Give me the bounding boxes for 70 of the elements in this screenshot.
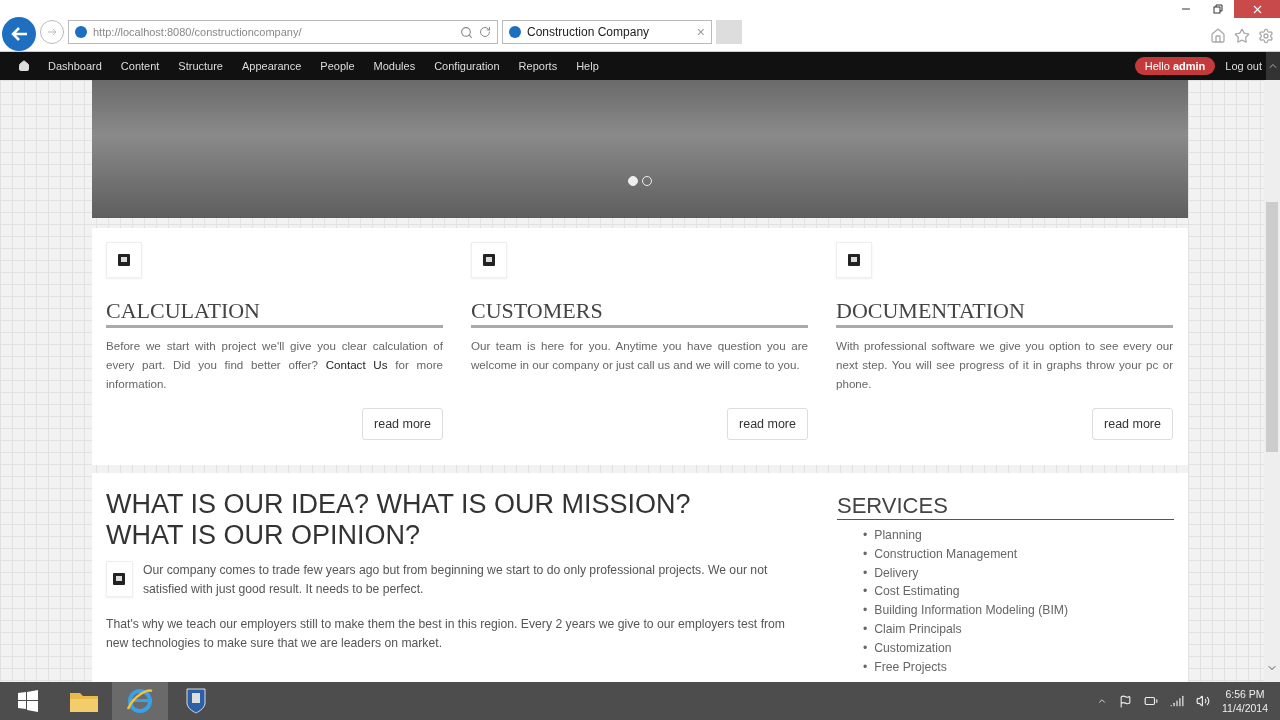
list-bullet: • bbox=[863, 621, 868, 638]
feature-title: DOCUMENTATION bbox=[836, 298, 1173, 328]
service-item: Customization bbox=[874, 639, 952, 657]
feature-title: CUSTOMERS bbox=[471, 298, 808, 328]
volume-icon[interactable] bbox=[1196, 694, 1211, 708]
service-item: Free Projects bbox=[874, 658, 947, 676]
refresh-icon[interactable] bbox=[479, 26, 491, 38]
user-greeting[interactable]: Hello admin bbox=[1134, 57, 1216, 75]
restore-icon bbox=[1213, 4, 1223, 14]
square-icon bbox=[113, 573, 126, 585]
admin-menu-link[interactable]: People bbox=[320, 60, 355, 72]
list-bullet: • bbox=[863, 564, 868, 582]
close-button[interactable] bbox=[1234, 0, 1280, 18]
contact-link[interactable]: Contact Us bbox=[325, 358, 388, 371]
shield-icon bbox=[185, 687, 207, 715]
back-button[interactable] bbox=[2, 17, 36, 51]
service-item: Claim Principals bbox=[874, 621, 962, 638]
feature-text: With professional software we give you option to see every our next step. You will see progress of it in graphs throw your pc or phone. bbox=[836, 338, 1173, 392]
search-icon[interactable] bbox=[460, 25, 473, 39]
flag-icon[interactable] bbox=[1119, 694, 1133, 708]
read-more-button[interactable]: read more bbox=[362, 408, 443, 440]
star-icon[interactable] bbox=[1234, 28, 1250, 44]
browser-tab[interactable]: Construction Company × bbox=[502, 20, 712, 44]
admin-menu-link[interactable]: Configuration bbox=[434, 60, 500, 72]
admin-menu-link[interactable]: Structure bbox=[178, 60, 223, 72]
paragraph: That's why we teach our employers still to make them the best in this region. Every 2 years we give to our employers test from new technologies to make sure that we are leaders on market. bbox=[106, 616, 787, 652]
list-bullet: • bbox=[863, 527, 868, 544]
taskbar-app[interactable] bbox=[112, 682, 168, 720]
feature-title: CALCULATION bbox=[106, 298, 443, 328]
scrollbar[interactable] bbox=[1264, 80, 1280, 682]
service-item: Planning bbox=[874, 527, 922, 544]
square-icon bbox=[848, 254, 860, 266]
read-more-button[interactable]: read more bbox=[727, 408, 808, 440]
admin-menu-link[interactable]: Content bbox=[120, 60, 160, 72]
tray-expand-icon[interactable] bbox=[1097, 696, 1108, 706]
paragraph: Our company comes to trade few years ago but from beginning we start to do only professional projects. We our not satisfied with just good result. It needs to be perfect. bbox=[142, 562, 769, 598]
list-bullet: • bbox=[863, 658, 868, 676]
feature-text: Our team is here for you. Anytime you have question you are welcome in our company or just call us and we will come to you. bbox=[471, 338, 808, 373]
mission-heading: WHAT IS OUR IDEA? WHAT IS OUR MISSION? WHAT IS OUR OPINION? bbox=[106, 489, 692, 551]
service-item: Cost Estimating bbox=[874, 583, 960, 601]
forward-button[interactable] bbox=[40, 20, 64, 44]
square-icon bbox=[483, 254, 495, 266]
forward-arrow-icon bbox=[46, 26, 58, 38]
services-heading: SERVICES bbox=[837, 493, 1174, 520]
admin-menu-link[interactable]: Appearance bbox=[242, 60, 302, 72]
browser-icon bbox=[126, 687, 154, 715]
windows-icon bbox=[17, 690, 39, 712]
settings-icon[interactable] bbox=[1258, 28, 1274, 44]
square-icon bbox=[118, 254, 130, 266]
service-item: Construction Management bbox=[874, 545, 1018, 563]
service-item: Building Information Modeling (BIM) bbox=[874, 602, 1068, 620]
admin-menu-link[interactable]: Reports bbox=[518, 60, 558, 72]
list-bullet: • bbox=[863, 545, 868, 563]
clock[interactable]: 6:56 PM 11/4/2014 bbox=[1222, 687, 1268, 715]
service-item: Delivery bbox=[874, 564, 919, 582]
list-bullet: • bbox=[863, 583, 868, 601]
list-bullet: • bbox=[863, 602, 868, 620]
admin-menu-link[interactable]: Help bbox=[576, 60, 599, 72]
read-more-button[interactable]: read more bbox=[1092, 408, 1173, 440]
slide-dot[interactable] bbox=[628, 176, 638, 186]
logout-link[interactable]: Log out bbox=[1225, 60, 1262, 72]
feature-text: Before we start with project we'll give you clear calculation of every part. Did you find better offer? Contact Us for more information. bbox=[106, 338, 443, 392]
admin-menu-link[interactable]: Modules bbox=[373, 60, 416, 72]
battery-icon[interactable] bbox=[1144, 694, 1159, 708]
list-bullet: • bbox=[863, 639, 868, 657]
scroll-up-button[interactable] bbox=[1266, 52, 1280, 80]
back-arrow-icon bbox=[10, 26, 28, 42]
signal-icon[interactable] bbox=[1170, 694, 1185, 708]
address-bar[interactable]: http://localhost:8080/constructioncompany/ bbox=[68, 20, 498, 44]
admin-menu-link[interactable]: Dashboard bbox=[48, 60, 102, 72]
